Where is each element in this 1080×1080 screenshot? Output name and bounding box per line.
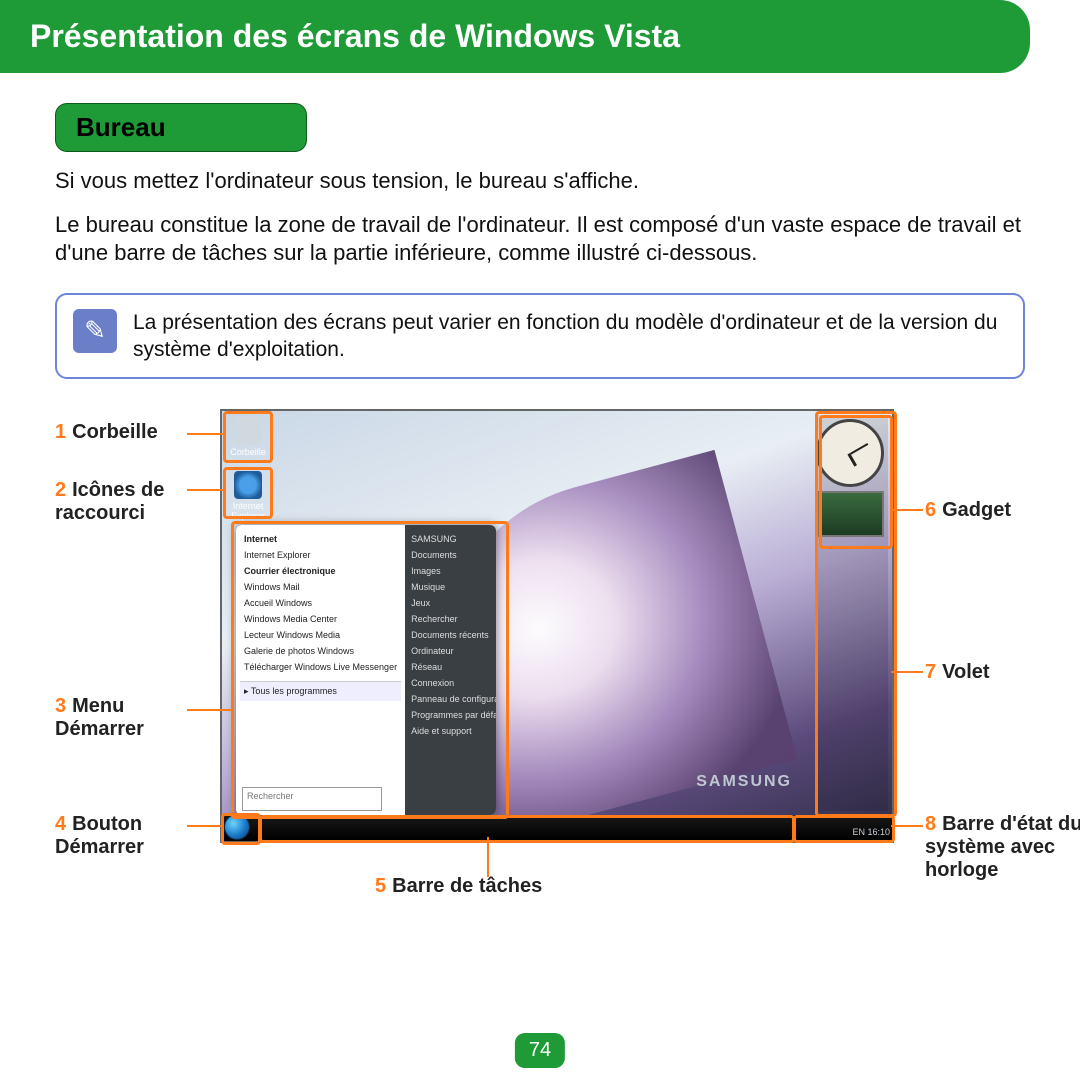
sm-item[interactable]: Réseau	[409, 659, 496, 675]
sm-item[interactable]: Images	[409, 563, 496, 579]
sm-item[interactable]: Connexion	[409, 675, 496, 691]
pencil-icon: ✎	[73, 309, 117, 353]
lead-6	[891, 509, 923, 511]
sm-user: SAMSUNG	[409, 531, 496, 547]
sm-item[interactable]: Documents récents	[409, 627, 496, 643]
lead-8	[891, 825, 923, 827]
sm-item[interactable]: Rechercher	[409, 611, 496, 627]
system-tray[interactable]: EN 16:10	[852, 827, 890, 837]
sm-item[interactable]: Documents	[409, 547, 496, 563]
note-box: ✎ La présentation des écrans peut varier…	[55, 293, 1025, 380]
callout-8: 8Barre d'état du système avec horloge	[925, 813, 1080, 882]
sm-item[interactable]: Lecteur Windows Media	[240, 627, 401, 643]
sm-item[interactable]: Galerie de photos Windows	[240, 643, 401, 659]
recycle-bin-icon[interactable]: Corbeille	[230, 417, 266, 457]
lead-7	[891, 671, 923, 673]
intro-paragraph-2: Le bureau constitue la zone de travail d…	[55, 211, 1025, 268]
sm-search-input[interactable]: Rechercher	[242, 787, 382, 811]
start-menu-left: Internet Internet Explorer Courrier élec…	[236, 525, 405, 815]
callout-2: 2Icônes de raccourci	[55, 479, 215, 525]
ie-shortcut-icon[interactable]: Internet Explorer	[230, 471, 266, 521]
brand-logo: SAMSUNG	[696, 773, 792, 791]
callout-5: 5Barre de tâches	[375, 875, 542, 898]
callout-4: 4Bouton Démarrer	[55, 813, 215, 859]
sm-item[interactable]: Programmes par défaut	[409, 707, 496, 723]
note-text: La présentation des écrans peut varier e…	[133, 309, 1007, 364]
start-menu[interactable]: Internet Internet Explorer Courrier élec…	[236, 525, 496, 815]
callout-1: 1Corbeille	[55, 421, 158, 444]
sm-internet[interactable]: Internet	[240, 531, 401, 547]
sm-internet-sub: Internet Explorer	[240, 547, 401, 563]
callout-6: 6Gadget	[925, 499, 1011, 522]
sm-item[interactable]: Aide et support	[409, 723, 496, 739]
clock-gadget[interactable]	[816, 419, 884, 487]
sm-item[interactable]: Accueil Windows	[240, 595, 401, 611]
page-number: 74	[515, 1033, 565, 1068]
recycle-bin-label: Corbeille	[230, 447, 266, 457]
callout-7: 7Volet	[925, 661, 990, 684]
annotated-figure: SAMSUNG Corbeille Internet Explorer Inte…	[55, 409, 1025, 929]
lead-5	[487, 837, 489, 877]
sm-mail[interactable]: Courrier électronique	[240, 563, 401, 579]
ie-shortcut-label: Internet Explorer	[231, 501, 265, 521]
sm-mail-sub: Windows Mail	[240, 579, 401, 595]
sm-item[interactable]: Télécharger Windows Live Messenger	[240, 659, 401, 675]
section-heading: Bureau	[55, 103, 307, 152]
sm-item[interactable]: Jeux	[409, 595, 496, 611]
start-menu-right: SAMSUNG Documents Images Musique Jeux Re…	[405, 525, 496, 815]
sm-item[interactable]: Windows Media Center	[240, 611, 401, 627]
callout-3: 3Menu Démarrer	[55, 695, 215, 741]
sm-all-programs[interactable]: ▸ Tous les programmes	[240, 681, 401, 701]
sm-item[interactable]: Panneau de configuration	[409, 691, 496, 707]
desktop-screenshot: SAMSUNG Corbeille Internet Explorer Inte…	[220, 409, 894, 843]
intro-paragraph-1: Si vous mettez l'ordinateur sous tension…	[55, 167, 1025, 196]
page-title: Présentation des écrans de Windows Vista	[0, 0, 1030, 73]
taskbar[interactable]	[222, 815, 892, 841]
lead-1	[187, 433, 223, 435]
slideshow-gadget[interactable]	[818, 491, 884, 537]
sm-item[interactable]: Ordinateur	[409, 643, 496, 659]
sm-item[interactable]: Musique	[409, 579, 496, 595]
